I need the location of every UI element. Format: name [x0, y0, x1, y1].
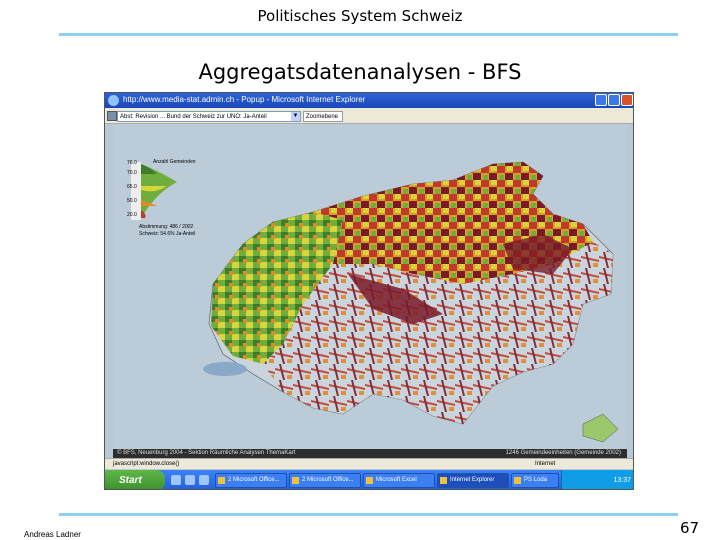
window-titlebar: http://www.media-stat.admin.ch - Popup -… [105, 93, 633, 108]
browser-status-bar: javascript:window.close() Internet [105, 458, 633, 469]
bottom-rule [59, 513, 678, 516]
close-button[interactable] [621, 94, 633, 106]
start-button[interactable]: Start [105, 470, 165, 489]
excel-icon [366, 477, 373, 484]
theme-select[interactable]: Abst: Revision ... Bund der Schweiz zur … [117, 111, 301, 122]
internet-explorer-icon [440, 477, 447, 484]
office-icon [292, 477, 299, 484]
legend-value: 65.0 [127, 184, 137, 190]
maximize-button[interactable] [608, 94, 620, 106]
map-credit-bar: © BFS, Neuenburg 2004 - Sektion Räumlich… [113, 449, 627, 458]
taskbar-button[interactable]: 2 Microsoft Office... [289, 473, 361, 488]
minimize-button[interactable] [595, 94, 607, 106]
top-rule [59, 33, 678, 36]
clock: 13:37 [613, 477, 631, 484]
legend-note: Abstimmung: 486 / 2002 [139, 224, 194, 230]
theme-select-value: Abst: Revision ... Bund der Schweiz zur … [120, 114, 267, 120]
legend-value: 20.0 [127, 212, 137, 218]
window-title: http://www.media-stat.admin.ch - Popup -… [123, 95, 366, 104]
map-legend: 76.0 70.0 65.0 50.0 20.0 Anzahl Gemeinde… [127, 159, 207, 240]
quicklaunch-icon[interactable] [171, 475, 181, 485]
security-zone: Internet [535, 461, 556, 467]
legend-value: 70.0 [127, 170, 137, 176]
taskbar-button[interactable]: PS Loda [511, 473, 559, 488]
app-icon [514, 477, 521, 484]
save-icon[interactable] [107, 111, 117, 121]
quicklaunch-icon[interactable] [199, 475, 209, 485]
slide-header: Politisches System Schweiz [257, 7, 463, 25]
quicklaunch-icon[interactable] [185, 475, 195, 485]
internet-explorer-icon [108, 95, 119, 106]
legend-header: Anzahl Gemeinden [153, 159, 196, 165]
slide-title: Aggregatsdatenanalysen - BFS [198, 60, 522, 84]
screenshot-window: http://www.media-stat.admin.ch - Popup -… [104, 92, 634, 490]
windows-taskbar: Start 2 Microsoft Office... 2 Microsoft … [105, 470, 633, 489]
footer-author: Andreas Ladner [24, 530, 81, 539]
map-credit: © BFS, Neuenburg 2004 - Sektion Räumlich… [117, 450, 296, 456]
legend-value: 50.0 [127, 198, 137, 204]
chevron-down-icon[interactable]: ▼ [291, 112, 300, 121]
map-unit-count: 1246 Gemeindeeinheiten (Gemeinde 2002) [505, 450, 621, 456]
system-tray: 13:37 [561, 470, 633, 489]
legend-note: Schweiz: 54.6% Ja-Anteil [139, 231, 196, 237]
taskbar-button[interactable]: Microsoft Excel [363, 473, 435, 488]
page-number: 67 [680, 519, 700, 537]
zoom-level-button[interactable]: Zoomebene [303, 111, 343, 122]
status-url: javascript:window.close() [113, 461, 180, 467]
legend-value: 76.0 [127, 160, 137, 166]
taskbar-button[interactable]: Internet Explorer [437, 473, 509, 488]
office-icon [218, 477, 225, 484]
choropleth-map[interactable]: 76.0 70.0 65.0 50.0 20.0 Anzahl Gemeinde… [113, 124, 627, 449]
taskbar-button[interactable]: 2 Microsoft Office... [215, 473, 287, 488]
